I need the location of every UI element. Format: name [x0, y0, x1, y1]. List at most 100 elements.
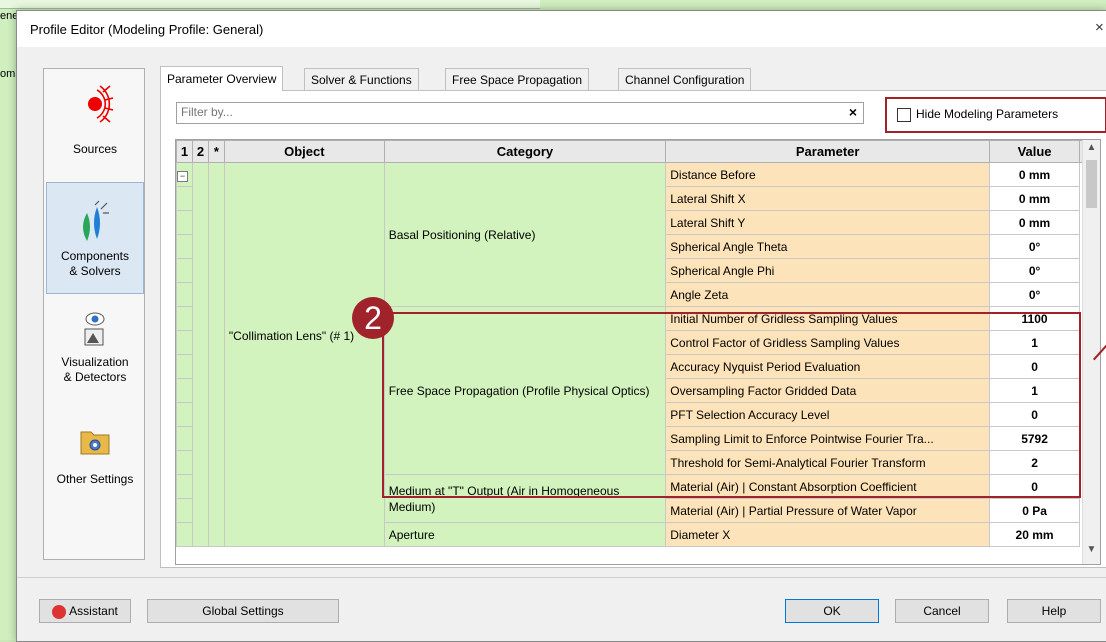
value-cell[interactable]: 20 mm — [989, 522, 1080, 547]
global-settings-button[interactable]: Global Settings — [147, 599, 339, 623]
tree-cell — [176, 210, 193, 235]
parameter-grid: 1 2 * Object Category Parameter Value − — [175, 139, 1101, 565]
parameter-cell[interactable]: Material (Air) | Constant Absorption Coe… — [665, 474, 991, 499]
light-source-icon — [88, 85, 114, 123]
category-cell[interactable]: Aperture — [383, 522, 667, 547]
nav-other-settings-label: Other Settings — [56, 472, 134, 486]
assistant-button[interactable]: Assistant — [39, 599, 131, 623]
nav-other-settings[interactable]: Other Settings — [46, 413, 144, 513]
close-icon[interactable]: × — [1095, 19, 1106, 36]
tree-cell — [176, 306, 193, 331]
tree-cell — [207, 162, 225, 547]
hide-modeling-parameters-label: Hide Modeling Parameters — [916, 107, 1059, 121]
tree-cell — [176, 258, 193, 283]
filter-input[interactable] — [177, 103, 825, 121]
column-header-value[interactable]: Value — [989, 140, 1080, 163]
parameter-cell[interactable]: Threshold for Semi-Analytical Fourier Tr… — [665, 450, 991, 475]
parameter-cell[interactable]: Initial Number of Gridless Sampling Valu… — [665, 306, 991, 331]
help-button[interactable]: Help — [1007, 599, 1101, 623]
parameter-cell[interactable]: Lateral Shift X — [665, 186, 991, 211]
parameter-cell[interactable]: Distance Before — [665, 162, 991, 187]
tree-cell — [176, 474, 193, 499]
cancel-button[interactable]: Cancel — [895, 599, 989, 623]
value-cell[interactable]: 1 — [989, 378, 1080, 403]
collapse-icon[interactable]: − — [177, 170, 188, 182]
category-cell[interactable]: Basal Positioning (Relative) — [383, 162, 667, 307]
value-cell[interactable]: 2 — [989, 450, 1080, 475]
lens-component-icon — [83, 200, 109, 241]
tree-cell — [176, 378, 193, 403]
tab-parameter-overview[interactable]: Parameter Overview — [160, 66, 284, 91]
column-header-2[interactable]: 2 — [191, 140, 209, 163]
category-cell[interactable]: Medium at "T" Output (Air in Homogeneous… — [383, 474, 667, 523]
value-cell[interactable]: 0° — [989, 258, 1080, 283]
tree-cell — [176, 186, 193, 211]
parameter-overview-panel: × Hide Modeling Parameters 1 2 * Object — [160, 90, 1106, 568]
nav-components-solvers[interactable]: Components & Solvers — [46, 182, 144, 294]
tab-free-space-propagation[interactable]: Free Space Propagation — [445, 68, 590, 91]
tree-cell — [176, 354, 193, 379]
parameter-cell[interactable]: Diameter X — [665, 522, 991, 547]
value-cell[interactable]: 0 mm — [989, 162, 1080, 187]
ok-button[interactable]: OK — [785, 599, 879, 623]
category-cell[interactable]: Free Space Propagation (Profile Physical… — [383, 306, 667, 475]
parameter-cell[interactable]: Oversampling Factor Gridded Data — [665, 378, 991, 403]
assistant-icon — [52, 604, 67, 619]
title-bar: Profile Editor (Modeling Profile: Genera… — [17, 11, 1106, 47]
scroll-up-icon[interactable]: ▲ — [1083, 142, 1100, 160]
parameter-cell[interactable]: Sampling Limit to Enforce Pointwise Four… — [665, 426, 991, 451]
tree-cell — [176, 498, 193, 523]
left-navigation: Sources Components & Solvers Visualizati… — [43, 68, 145, 560]
scroll-down-icon[interactable]: ▼ — [1083, 544, 1100, 562]
column-header-category[interactable]: Category — [383, 140, 667, 163]
value-cell[interactable]: 1100 — [989, 306, 1080, 331]
value-cell[interactable]: 0° — [989, 282, 1080, 307]
parameter-cell[interactable]: Angle Zeta — [665, 282, 991, 307]
column-header-parameter[interactable]: Parameter — [665, 140, 991, 163]
nav-components-label-line2: & Solvers — [69, 264, 121, 278]
column-header-1[interactable]: 1 — [176, 140, 193, 163]
value-cell[interactable]: 0 — [989, 354, 1080, 379]
nav-visualization-detectors[interactable]: Visualization & Detectors — [46, 302, 144, 402]
value-cell[interactable]: 0 mm — [989, 210, 1080, 235]
tree-cell — [191, 162, 209, 547]
parameter-cell[interactable]: Control Factor of Gridless Sampling Valu… — [665, 330, 991, 355]
nav-sources[interactable]: Sources — [46, 73, 144, 173]
clear-filter-icon[interactable]: × — [849, 104, 857, 120]
tree-cell — [176, 402, 193, 427]
nav-sources-label: Sources — [72, 142, 118, 156]
annotation-number-badge: 2 — [352, 297, 394, 339]
parameter-cell[interactable]: PFT Selection Accuracy Level — [665, 402, 991, 427]
tree-cell — [176, 426, 193, 451]
parameter-cell[interactable]: Spherical Angle Phi — [665, 258, 991, 283]
column-header-object[interactable]: Object — [223, 140, 385, 163]
bottom-separator — [17, 577, 1106, 578]
nav-visualization-label: Visualization — [61, 355, 129, 369]
parameter-cell[interactable]: Spherical Angle Theta — [665, 234, 991, 259]
dialog-title: Profile Editor (Modeling Profile: Genera… — [30, 22, 264, 37]
parameter-cell[interactable]: Material (Air) | Partial Pressure of Wat… — [665, 498, 991, 523]
value-cell[interactable]: 5792 — [989, 426, 1080, 451]
tree-cell — [176, 282, 193, 307]
background-toolbar — [0, 0, 540, 9]
hide-modeling-parameters-checkbox[interactable] — [897, 108, 911, 122]
scroll-thumb[interactable] — [1086, 160, 1097, 208]
value-cell[interactable]: 0° — [989, 234, 1080, 259]
parameter-table: 1 2 * Object Category Parameter Value − — [176, 140, 1100, 547]
tree-cell — [176, 234, 193, 259]
parameter-cell[interactable]: Accuracy Nyquist Period Evaluation — [665, 354, 991, 379]
value-cell[interactable]: 0 — [989, 474, 1080, 499]
parameter-cell[interactable]: Lateral Shift Y — [665, 210, 991, 235]
value-cell[interactable]: 0 mm — [989, 186, 1080, 211]
tab-solver-functions[interactable]: Solver & Functions — [304, 68, 419, 91]
column-header-star[interactable]: * — [207, 140, 225, 163]
vertical-scrollbar[interactable]: ▲ ▼ — [1082, 140, 1100, 564]
eye-detector-icon — [84, 312, 105, 346]
value-cell[interactable]: 0 — [989, 402, 1080, 427]
value-cell[interactable]: 0 Pa — [989, 498, 1080, 523]
assistant-label: Assistant — [69, 604, 118, 618]
tab-channel-configuration[interactable]: Channel Configuration — [618, 68, 752, 91]
hide-modeling-parameters-highlight: Hide Modeling Parameters — [885, 97, 1106, 133]
object-cell[interactable]: "Collimation Lens" (# 1) — [223, 162, 385, 547]
value-cell[interactable]: 1 — [989, 330, 1080, 355]
